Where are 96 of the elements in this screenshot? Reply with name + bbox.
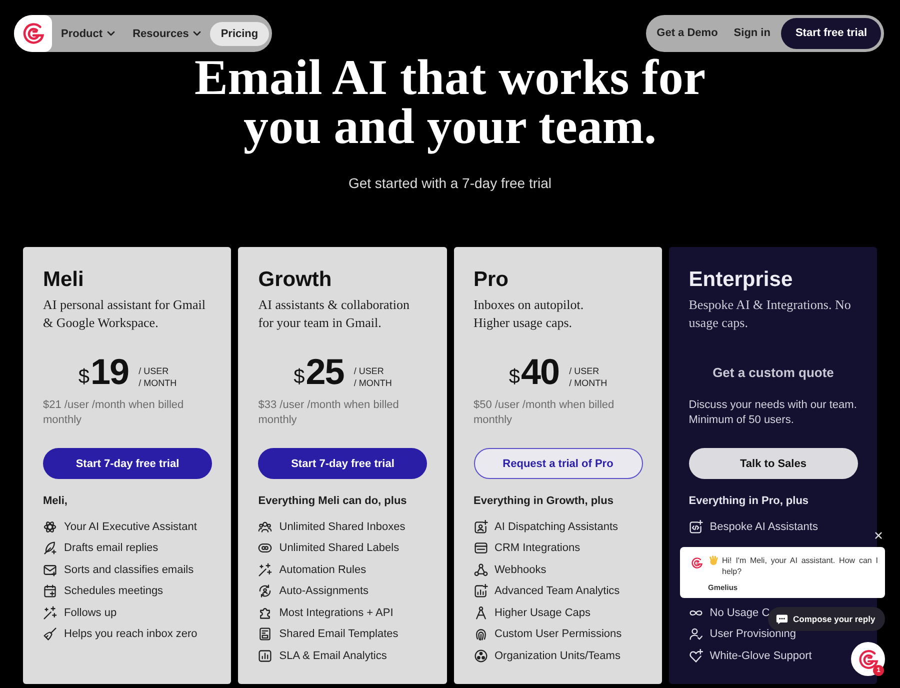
atom-icon <box>43 520 57 534</box>
plan-button[interactable]: Talk to Sales <box>688 448 858 479</box>
waving-hand-icon <box>708 555 719 566</box>
features-heading: Everything Meli can do, plus <box>258 494 408 509</box>
plan-description: Inboxes on autopilot. Higher usage caps. <box>474 296 585 332</box>
wand-icon <box>43 606 57 620</box>
feature-label: No Usage C <box>710 606 770 619</box>
features-heading: Meli, <box>43 494 68 509</box>
feature-label: CRM Integrations <box>494 542 580 554</box>
feature-label: Helps you reach inbox zero <box>64 628 198 640</box>
plan-note: Discuss your needs with our team. Minimum of 50 users. <box>688 398 858 428</box>
plan-title: Meli <box>43 267 85 293</box>
feature-label: SLA & Email Analytics <box>279 650 387 662</box>
plan-title: Pro <box>474 267 510 293</box>
feature-label: Schedules meetings <box>64 585 164 598</box>
price-unit: / USER <box>569 364 600 376</box>
close-icon[interactable] <box>874 531 883 540</box>
plan-description: Bespoke AI & Integrations. No usage caps. <box>688 296 852 332</box>
hero-subtitle: Get started with a 7-day free trial <box>347 174 553 193</box>
user-frame-icon <box>474 520 488 534</box>
price-unit: / MONTH <box>354 376 392 388</box>
nodes-icon <box>474 562 488 577</box>
features-heading: Everything in Growth, plus <box>474 494 614 509</box>
user-cycle-icon <box>258 584 272 598</box>
plan-button[interactable]: Start 7-day free trial <box>43 448 212 479</box>
heart-icon <box>688 648 703 663</box>
compose-reply-button[interactable]: Compose your reply <box>768 607 885 631</box>
feature-label: Higher Usage Caps <box>494 606 590 619</box>
feature-label: Bespoke AI Assistants <box>710 520 818 533</box>
currency-symbol: $ <box>294 366 305 388</box>
feature-label: Automation Rules <box>279 564 366 576</box>
envelope-icon <box>43 562 57 577</box>
feature-label: Unlimited Shared Labels <box>279 542 400 554</box>
logo-icon <box>22 22 44 45</box>
nav-link[interactable]: Get a Demo <box>648 18 726 49</box>
feature-label: Your AI Executive Assistant <box>64 520 197 533</box>
plan-button[interactable]: Request a trial of Pro <box>474 448 642 479</box>
price-unit: / MONTH <box>569 376 608 388</box>
feature-label: Webhooks <box>494 564 546 576</box>
tag-icon <box>258 541 272 556</box>
price-unit: / USER <box>138 364 170 376</box>
price-amount: 19 <box>90 352 129 392</box>
price-amount: 40 <box>521 352 560 392</box>
document-icon <box>258 627 272 642</box>
circle-dots-icon <box>474 648 488 663</box>
chart-icon <box>474 584 488 598</box>
plan-title: Enterprise <box>688 267 794 293</box>
chat-message: Hi! I'm Meli, your AI assistant. How can I help? <box>722 555 878 577</box>
nav-menu-item[interactable]: Resources <box>124 22 210 46</box>
feature-label: User Provisioning <box>710 628 796 640</box>
card-icon <box>474 541 488 556</box>
price-amount: 25 <box>306 352 344 392</box>
fingerprint-icon <box>474 627 488 642</box>
features-heading: Everything in Pro, plus <box>688 494 810 509</box>
logo-icon <box>858 648 878 670</box>
feature-label: Most Integrations + API <box>279 606 394 619</box>
plan-note: $21 /user /month when billed monthly <box>43 398 185 428</box>
feature-label: Advanced Team Analytics <box>494 585 620 598</box>
plan-button[interactable]: Start 7-day free trial <box>258 448 428 479</box>
start-trial-button[interactable]: Start free trial <box>781 18 881 49</box>
feature-label: Custom User Permissions <box>494 628 622 640</box>
wand-icon <box>258 562 272 577</box>
feature-label: Follows up <box>64 606 117 619</box>
plan-note: $33 /user /month when billed monthly <box>258 398 400 428</box>
feather-icon <box>43 541 57 556</box>
plan-note: $50 /user /month when billed monthly <box>474 398 616 428</box>
puzzle-icon <box>258 606 272 620</box>
nav-link[interactable]: Sign in <box>726 18 778 49</box>
feature-label: Unlimited Shared Inboxes <box>279 520 406 533</box>
code-icon <box>688 520 703 534</box>
logo-icon <box>691 557 703 569</box>
chat-icon <box>776 614 788 624</box>
currency-symbol: $ <box>508 366 520 388</box>
feature-label: Shared Email Templates <box>279 628 398 640</box>
plan-description: AI personal assistant for Gmail & Google Workspace. <box>43 296 206 332</box>
plan-title: Growth <box>258 267 333 293</box>
price-unit: / USER <box>354 364 385 376</box>
broom-icon <box>43 627 57 642</box>
feature-label: Drafts email replies <box>64 542 158 554</box>
nav-menu-item[interactable]: Product <box>52 22 124 46</box>
users-icon <box>258 520 272 534</box>
chart-icon <box>258 648 272 663</box>
drafting-compass-icon <box>474 606 488 620</box>
feature-label: Sorts and classifies emails <box>64 564 194 576</box>
calendar-icon <box>43 584 57 598</box>
user-check-icon <box>688 627 703 642</box>
feature-label: White-Glove Support <box>710 650 812 662</box>
quote-heading: Get a custom quote <box>712 364 834 380</box>
feature-label: AI Dispatching Assistants <box>494 520 618 533</box>
feature-label: Auto-Assignments <box>279 585 369 598</box>
nav-menu-item[interactable]: Pricing <box>210 22 270 46</box>
logo-tile[interactable] <box>14 15 52 52</box>
currency-symbol: $ <box>78 366 90 388</box>
price-unit: / MONTH <box>138 376 177 388</box>
feature-label: Organization Units/Teams <box>494 650 620 662</box>
plan-description: AI assistants & collaboration for your team in Gmail. <box>258 296 411 332</box>
